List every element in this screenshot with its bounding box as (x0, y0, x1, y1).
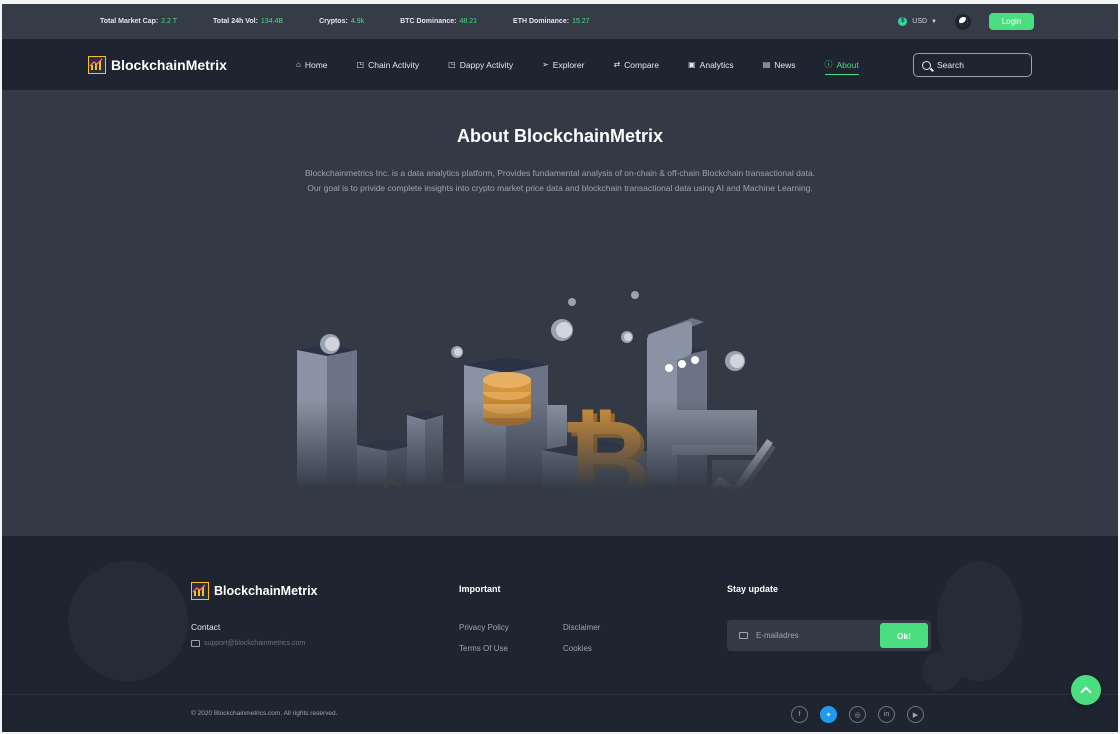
nav-item-label: Dappy Activity (459, 59, 514, 70)
mail-icon (191, 640, 200, 647)
brand-name: BlockchainMetrix (214, 584, 318, 598)
search-input[interactable] (937, 60, 1017, 70)
chart-box-icon: ◳ (448, 60, 456, 69)
nav-item-news[interactable]: ▤ News (763, 39, 796, 90)
stat-value: 134.4B (260, 18, 284, 25)
instagram-icon[interactable]: ◎ (849, 706, 866, 723)
copyright: © 2020 Blockchainmetrics.com. All rights… (191, 710, 338, 717)
stat-label: BTC Dominance: (400, 18, 457, 25)
social-links: f ✦ ◎ in ▶ (791, 706, 936, 723)
analytics-icon: ▣ (688, 60, 696, 69)
ticker-actions: $ USD ▼ Login (898, 4, 1034, 39)
stat-eth-dominance: ETH Dominance: 15.27 (513, 18, 590, 25)
youtube-icon[interactable]: ▶ (907, 706, 924, 723)
stat-label: ETH Dominance: (513, 18, 570, 25)
brand-logo[interactable]: BlockchainMetrix (88, 39, 227, 90)
decor-circle (68, 561, 188, 681)
nav-item-label: Explorer (552, 59, 585, 70)
newsletter-submit-button[interactable]: Ok! (880, 623, 928, 648)
page: Total Market Cap: 2.2 T Total 24h Vol: 134… (2, 4, 1118, 732)
twitter-icon[interactable]: ✦ (820, 706, 837, 723)
dark-mode-toggle[interactable] (955, 13, 971, 30)
logo-icon (88, 55, 106, 74)
stat-24h-volume: Total 24h Vol: 134.4B (213, 18, 283, 25)
stat-value: 15.27 (572, 18, 590, 25)
news-icon: ▤ (762, 60, 771, 69)
stat-market-cap: Total Market Cap: 2.2 T (100, 18, 177, 25)
disclaimer-link[interactable]: Disclaimer (563, 623, 600, 632)
stat-cryptos: Cryptos: 4.9k (319, 18, 364, 25)
brand-name: BlockchainMetrix (111, 56, 227, 73)
nav-item-label: Compare (624, 59, 660, 70)
nav-item-explorer[interactable]: ➢ Explorer (542, 39, 584, 90)
chevron-up-icon (1080, 686, 1092, 698)
newsletter-form: Ok! (727, 620, 931, 651)
nav-item-dappy-activity[interactable]: ◳ Dappy Activity (448, 39, 513, 90)
send-icon: ➢ (542, 60, 549, 69)
mail-icon (739, 632, 748, 639)
nav-item-label: Home (304, 59, 328, 70)
footer: BlockchainMetrix Contact support@blockch… (2, 536, 1118, 732)
decor-circle (922, 651, 962, 691)
nav-item-compare[interactable]: ⇄ Compare (613, 39, 659, 90)
currency-label: USD (912, 18, 928, 25)
chart-box-icon: ◳ (356, 60, 365, 69)
market-ticker: Total Market Cap: 2.2 T Total 24h Vol: 134… (2, 4, 1118, 39)
contact-email-link[interactable]: support@blockchainmetrics.com (191, 640, 305, 647)
nav-item-analytics[interactable]: ▣ Analytics (688, 39, 734, 90)
about-description: Blockchainmetrics Inc. is a data analyti… (304, 168, 816, 193)
search-box[interactable] (913, 53, 1032, 77)
newsletter-heading: Stay update (727, 584, 779, 594)
currency-select[interactable]: $ USD ▼ (898, 17, 937, 26)
about-hero: About BlockchainMetrix Blockchainmetrics… (2, 90, 1118, 536)
scroll-to-top-button[interactable] (1071, 675, 1101, 705)
stat-value: 48.21 (459, 18, 478, 25)
stat-label: Total Market Cap: (100, 18, 159, 25)
privacy-policy-link[interactable]: Privacy Policy (459, 623, 509, 632)
page-title: About BlockchainMetrix (456, 126, 664, 146)
stat-value: 4.9k (350, 18, 365, 25)
important-heading: Important (459, 584, 501, 594)
contact-heading: Contact (191, 622, 221, 632)
cookies-link[interactable]: Cookies (563, 644, 592, 653)
terms-of-use-link[interactable]: Terms Of Use (459, 644, 508, 653)
nav-item-home[interactable]: ⌂ Home (296, 39, 328, 90)
info-icon: ⓘ (824, 60, 833, 69)
nav-item-chain-activity[interactable]: ◳ Chain Activity (357, 39, 420, 90)
stat-label: Total 24h Vol: (213, 18, 258, 25)
facebook-icon[interactable]: f (791, 706, 808, 723)
nav-item-label: Chain Activity (368, 59, 420, 70)
login-button[interactable]: Login (989, 13, 1034, 30)
newsletter-email-input[interactable] (756, 631, 866, 640)
footer-divider (2, 694, 1118, 695)
contact-email: support@blockchainmetrics.com (204, 640, 306, 647)
navbar: BlockchainMetrix ⌂ Home ◳ Chain Activity ◳… (2, 39, 1118, 90)
stat-label: Cryptos: (319, 18, 348, 25)
nav-item-label: Analytics (699, 59, 734, 70)
nav-item-label: About (836, 59, 859, 70)
stat-value: 2.2 T (161, 18, 178, 25)
caret-down-icon: ▼ (931, 18, 937, 25)
crypto-city-illustration: ₿ ₿ ₿ (292, 291, 792, 490)
home-icon: ⌂ (296, 60, 301, 69)
linkedin-icon[interactable]: in (878, 706, 895, 723)
stat-btc-dominance: BTC Dominance: 48.21 (400, 18, 477, 25)
nav-item-about[interactable]: ⓘ About (824, 39, 859, 90)
swap-icon: ⇄ (613, 60, 621, 69)
footer-brand[interactable]: BlockchainMetrix (191, 582, 318, 600)
nav-item-label: News (774, 59, 796, 70)
moon-icon (957, 15, 969, 28)
main-menu: ⌂ Home ◳ Chain Activity ◳ Dappy Activity ➢ E… (296, 39, 888, 90)
search-icon (922, 60, 931, 70)
dollar-icon: $ (898, 17, 908, 26)
logo-icon (191, 582, 209, 600)
